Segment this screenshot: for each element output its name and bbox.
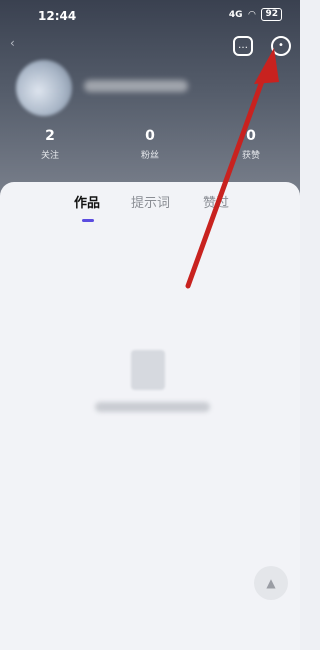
annotation-arrow xyxy=(185,48,279,289)
annotation-arrow-shaft xyxy=(185,67,269,289)
annotation-arrow-head xyxy=(254,48,279,84)
